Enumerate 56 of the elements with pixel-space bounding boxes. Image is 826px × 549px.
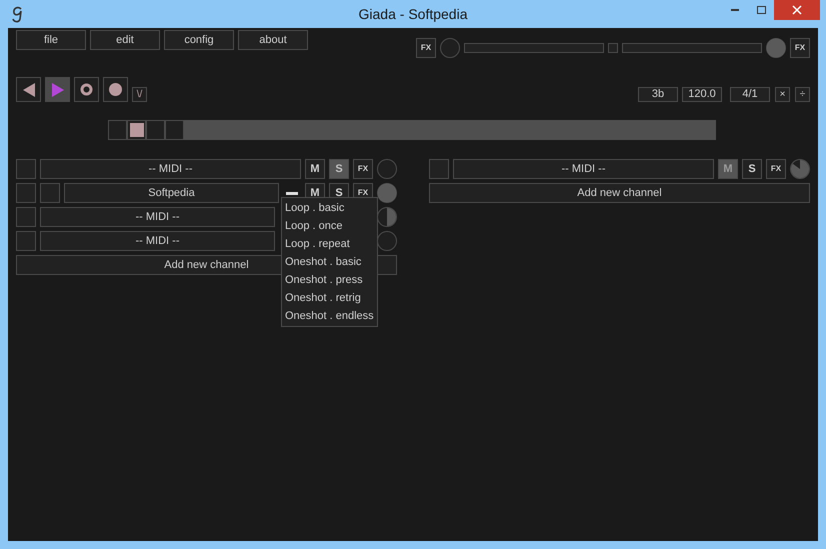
mute-button[interactable]: M	[305, 159, 325, 179]
volume-knob[interactable]	[377, 231, 397, 251]
divide-button[interactable]: ÷	[795, 87, 810, 102]
ring-icon	[80, 83, 93, 96]
rewind-icon	[22, 82, 34, 96]
channel-name-button[interactable]: -- MIDI --	[40, 207, 275, 227]
mode-menu-item[interactable]: Oneshot . basic	[282, 253, 377, 271]
sample-button[interactable]	[40, 183, 60, 203]
channel-name-button[interactable]: -- MIDI --	[453, 159, 714, 179]
record-icon	[109, 83, 122, 96]
volume-knob[interactable]	[766, 38, 786, 58]
minimize-icon	[731, 9, 739, 11]
meter-separator-button[interactable]	[608, 43, 618, 53]
volume-knob[interactable]	[377, 159, 397, 179]
fx-button[interactable]: FX	[790, 38, 810, 58]
close-icon	[792, 5, 802, 15]
channel-name-button[interactable]: -- MIDI --	[40, 159, 301, 179]
channel-name-button[interactable]: -- MIDI --	[40, 231, 275, 251]
app-logo-icon	[12, 4, 24, 24]
volume-knob[interactable]	[440, 38, 460, 58]
channel-name-button[interactable]: Softpedia	[64, 183, 279, 203]
status-button[interactable]	[16, 183, 36, 203]
status-button[interactable]	[16, 231, 36, 251]
menu-button[interactable]: file	[16, 30, 86, 50]
mode-menu-item[interactable]: Loop . once	[282, 217, 377, 235]
close-button[interactable]	[774, 0, 820, 20]
solo-button[interactable]: S	[742, 159, 762, 179]
menu-button[interactable]: config	[164, 30, 234, 50]
fx-button[interactable]: FX	[416, 38, 436, 58]
mode-menu-item[interactable]: Oneshot . retrig	[282, 289, 377, 307]
volume-knob[interactable]	[790, 159, 810, 179]
fx-button[interactable]: FX	[766, 159, 786, 179]
fx-button[interactable]: FX	[353, 159, 373, 179]
window-title: Giada - Softpedia	[358, 4, 468, 24]
beats-field[interactable]: 3b	[638, 87, 678, 102]
status-button[interactable]	[16, 207, 36, 227]
transport-button[interactable]	[16, 77, 41, 102]
mode-menu-item[interactable]: Oneshot . endless	[282, 307, 377, 325]
volume-knob[interactable]	[377, 183, 397, 203]
transport-button[interactable]	[103, 77, 128, 102]
mode-menu-item[interactable]: Loop . repeat	[282, 235, 377, 253]
menu-button[interactable]: edit	[90, 30, 160, 50]
maximize-icon	[756, 6, 766, 14]
status-button[interactable]	[429, 159, 449, 179]
add-channel-button[interactable]: Add new channel	[429, 183, 810, 203]
volume-knob[interactable]	[377, 207, 397, 227]
mode-icon	[286, 192, 298, 194]
meter-field[interactable]: 4/1	[730, 87, 770, 102]
transport-button[interactable]	[74, 77, 99, 102]
bpm-field[interactable]: 120.0	[682, 87, 722, 102]
menu-button[interactable]: about	[238, 30, 308, 50]
solo-button[interactable]: S	[329, 159, 349, 179]
status-button[interactable]	[16, 159, 36, 179]
multiply-button[interactable]: ×	[775, 87, 790, 102]
metronome-button[interactable]: \/	[132, 87, 147, 102]
play-icon	[52, 82, 64, 96]
